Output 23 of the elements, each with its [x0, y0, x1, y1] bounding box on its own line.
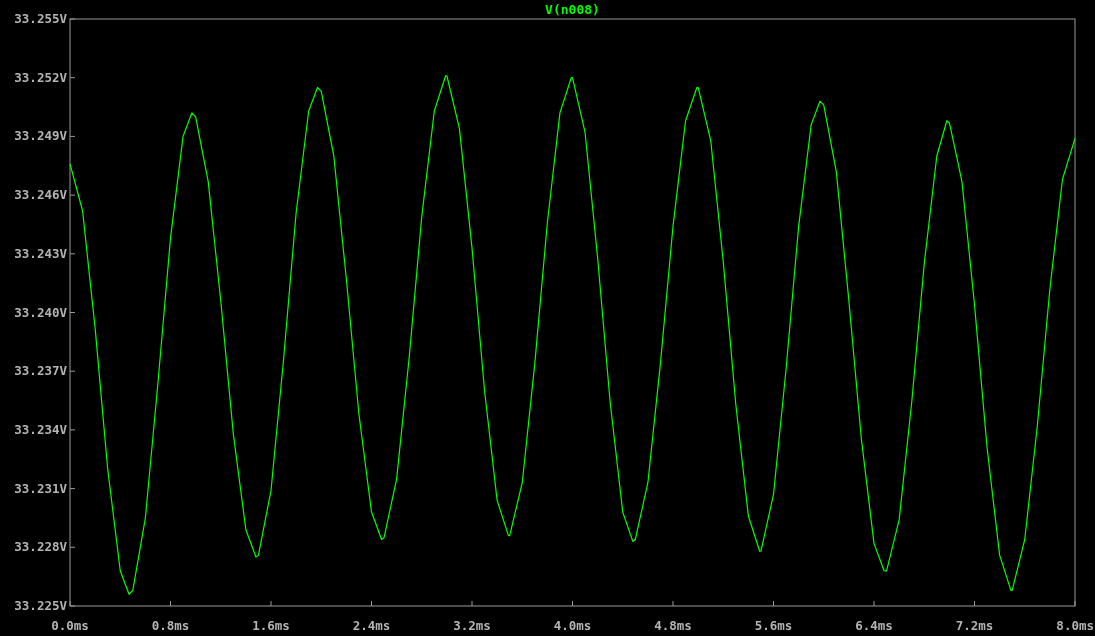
x-axis-label: 8.0ms — [1056, 618, 1094, 633]
x-axis-label: 4.0ms — [553, 618, 592, 633]
x-axis-label: 0.0ms — [51, 618, 89, 633]
trace-name: V(n008) — [545, 2, 600, 17]
y-axis-label: 33.225V — [14, 598, 67, 613]
y-axis-label: 33.255V — [14, 11, 67, 26]
y-axis-label: 33.243V — [14, 245, 67, 261]
x-axis-label: 3.2ms — [453, 618, 491, 633]
y-axis-label: 33.249V — [14, 128, 67, 144]
x-axis-label: 0.8ms — [151, 618, 190, 633]
x-axis-label: 4.8ms — [654, 618, 692, 633]
x-axis-label: 6.4ms — [855, 618, 893, 633]
y-axis-label: 33.246V — [14, 187, 67, 203]
y-axis-label: 33.252V — [14, 69, 67, 85]
y-axis-label: 33.231V — [14, 480, 67, 496]
y-axis-label: 33.228V — [14, 539, 67, 555]
x-axis-label: 2.4ms — [352, 618, 391, 633]
x-axis-label: 7.2ms — [955, 618, 994, 633]
x-axis-label: 1.6ms — [252, 618, 290, 633]
y-axis-label: 33.234V — [14, 421, 67, 437]
x-axis-label: 5.6ms — [754, 618, 793, 633]
y-axis-label: 33.237V — [14, 363, 67, 379]
y-axis-label: 33.240V — [14, 304, 67, 320]
